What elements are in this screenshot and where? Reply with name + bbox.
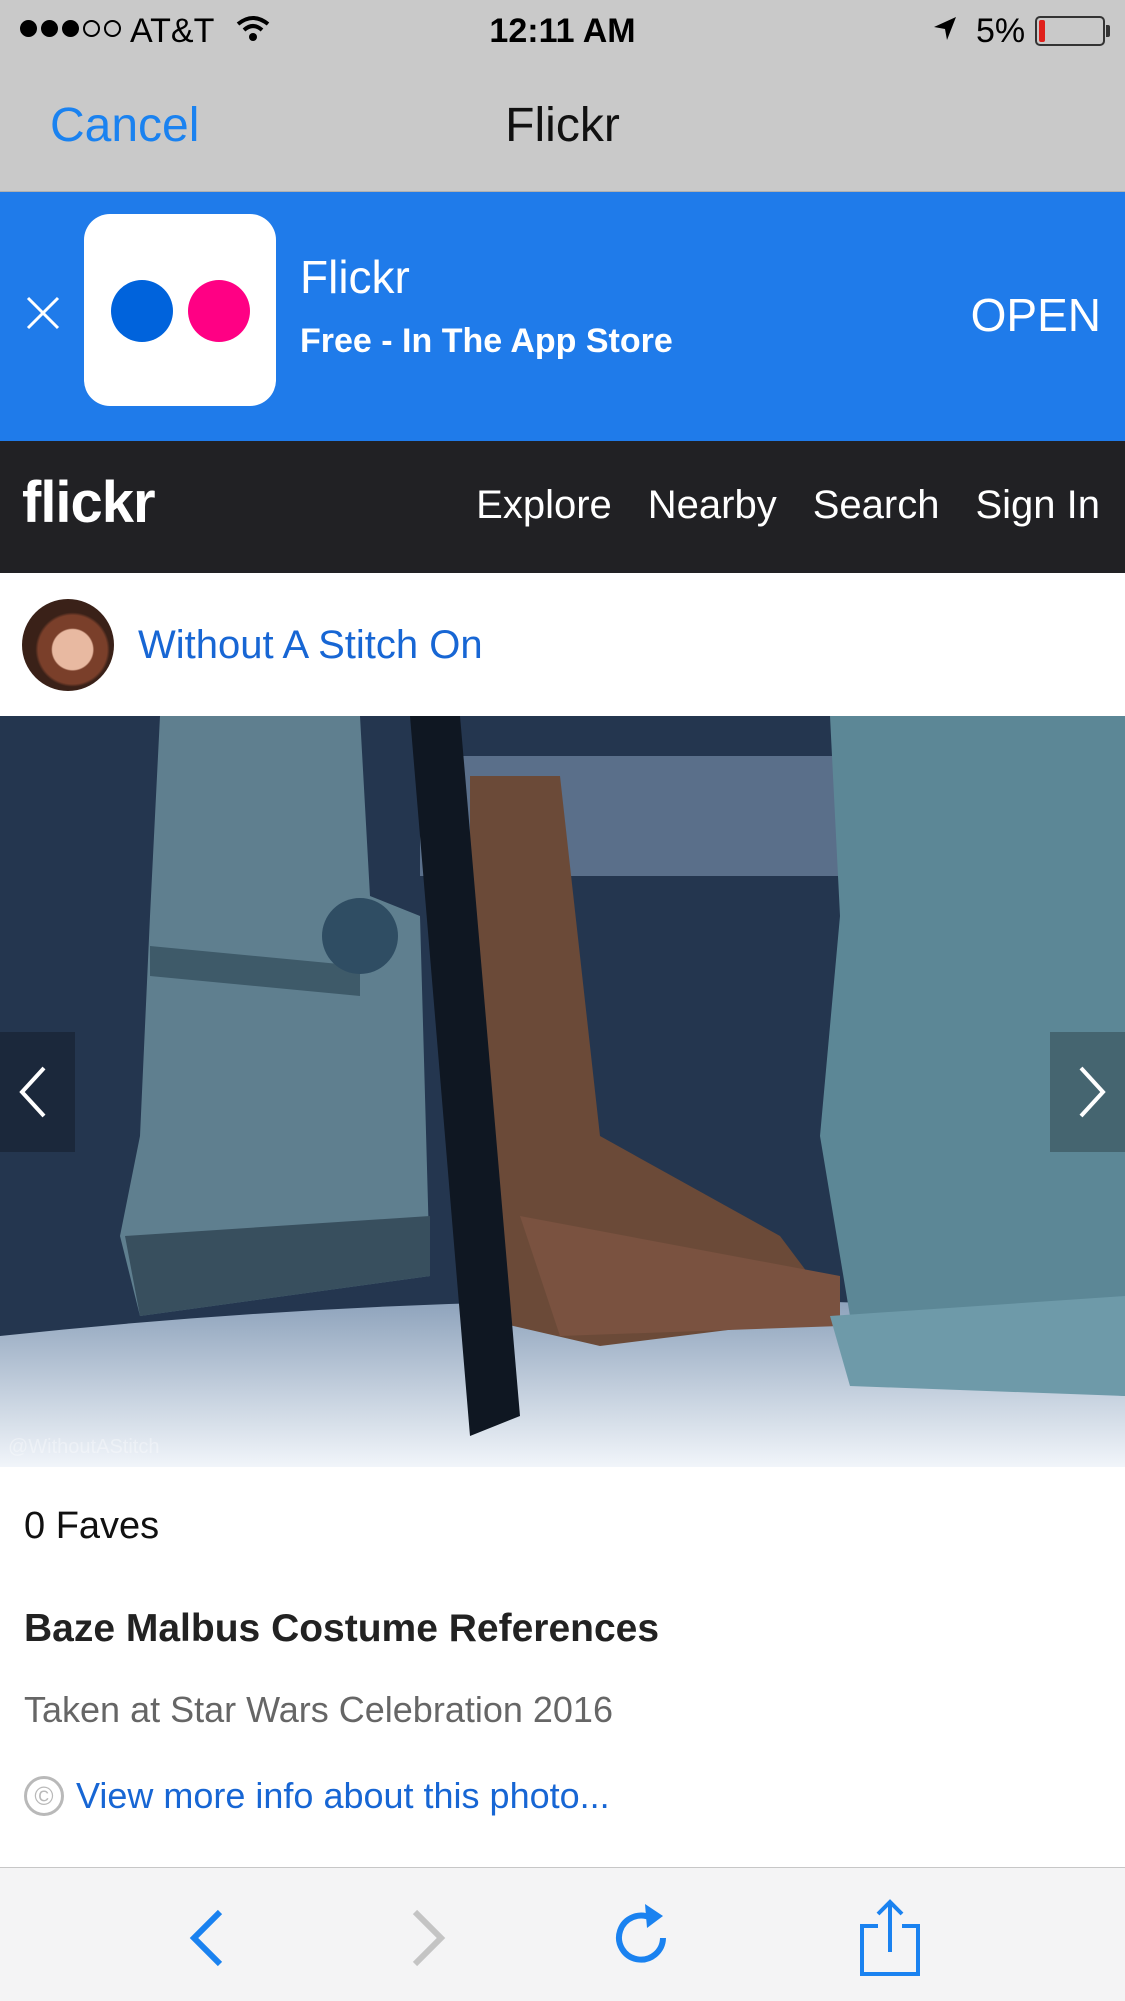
photo-description: Taken at Star Wars Celebration 2016 (24, 1689, 613, 1730)
photo[interactable]: @WithoutAStitch (0, 716, 1125, 1467)
next-photo-button[interactable] (1050, 1032, 1125, 1152)
photo-watermark: @WithoutAStitch (8, 1436, 160, 1458)
forward-icon[interactable] (385, 1898, 465, 1978)
chevron-left-icon (19, 1066, 46, 1118)
nav-search[interactable]: Search (813, 483, 940, 528)
location-arrow-icon (934, 17, 956, 40)
previous-photo-button[interactable] (0, 1032, 75, 1152)
battery-icon (1035, 16, 1105, 46)
site-header: flickr Explore Nearby Search Sign In (0, 441, 1125, 573)
photo-owner-row: Without A Stitch On (0, 573, 1125, 716)
back-icon[interactable] (170, 1898, 250, 1978)
flickr-logo[interactable]: flickr (22, 469, 156, 536)
site-nav: Explore Nearby Search Sign In (476, 483, 1100, 528)
open-app-button[interactable]: OPEN (971, 288, 1101, 342)
banner-app-name: Flickr (300, 251, 410, 303)
nav-title: Flickr (505, 99, 620, 152)
avatar[interactable] (22, 599, 114, 691)
more-info-row: © View more info about this photo... (24, 1775, 610, 1817)
photo-image (0, 716, 1125, 1467)
navigation-bar: Cancel Flickr (0, 62, 1125, 192)
banner-app-subtitle: Free - In The App Store (300, 322, 673, 360)
flickr-app-icon (84, 214, 276, 406)
share-icon[interactable] (850, 1898, 930, 1978)
nav-explore[interactable]: Explore (476, 483, 612, 528)
nav-sign-in[interactable]: Sign In (975, 483, 1100, 528)
owner-name-link[interactable]: Without A Stitch On (138, 623, 483, 668)
chevron-right-icon (1079, 1066, 1106, 1118)
photo-title: Baze Malbus Costume References (24, 1607, 660, 1650)
faves-count: 0 Faves (24, 1505, 160, 1547)
nav-nearby[interactable]: Nearby (648, 483, 777, 528)
more-info-link[interactable]: View more info about this photo... (76, 1775, 610, 1817)
copyright-icon: © (24, 1776, 64, 1816)
reload-icon[interactable] (605, 1898, 685, 1978)
status-bar: AT&T 12:11 AM 5% (0, 0, 1125, 62)
close-icon[interactable] (18, 288, 68, 338)
app-store-banner: Flickr Free - In The App Store OPEN (0, 192, 1125, 441)
browser-toolbar (0, 1867, 1125, 2001)
battery-percent: 5% (976, 12, 1026, 50)
